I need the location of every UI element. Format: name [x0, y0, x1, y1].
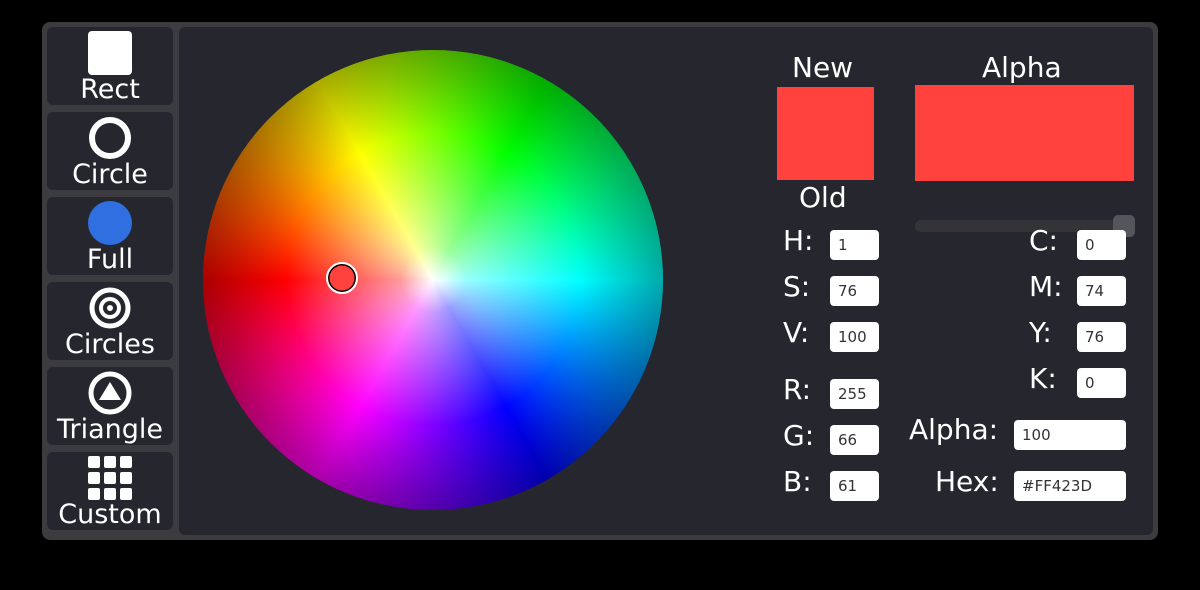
rect-label: Rect: [80, 74, 140, 105]
s-label: S:: [783, 270, 811, 303]
hex-field[interactable]: [1014, 471, 1126, 501]
green-field[interactable]: [830, 425, 879, 455]
full-label: Full: [86, 244, 134, 275]
h-label: H:: [783, 224, 814, 257]
red-field[interactable]: [830, 379, 879, 409]
hue-field[interactable]: [830, 230, 879, 260]
r-label: R:: [783, 373, 812, 406]
circle-label: Circle: [72, 159, 148, 190]
b-label: B:: [783, 465, 812, 498]
value-edge-shade: [203, 50, 663, 510]
circles-style-button[interactable]: Circles: [47, 282, 173, 360]
new-label: New: [792, 51, 854, 84]
saturation-field[interactable]: [830, 276, 879, 306]
key-field[interactable]: [1077, 368, 1126, 398]
rect-style-button[interactable]: Rect: [47, 27, 173, 105]
color-wheel[interactable]: [203, 50, 663, 510]
alpha-color-swatch: [915, 85, 1134, 181]
wheel-style-sidebar: Rect Circle Full Circles Triangle Custom: [47, 27, 173, 535]
g-label: G:: [783, 419, 815, 452]
full-style-button[interactable]: Full: [47, 197, 173, 275]
picker-panel: New Old Alpha H: S: V: R: G: B: C: M: Y:…: [179, 27, 1153, 535]
m-label: M:: [1029, 270, 1063, 303]
old-label: Old: [799, 181, 847, 214]
ring-icon: [88, 116, 132, 160]
custom-style-button[interactable]: Custom: [47, 452, 173, 530]
square-icon: [88, 31, 132, 75]
cyan-field[interactable]: [1077, 230, 1126, 260]
v-label: V:: [783, 316, 810, 349]
hex-label: Hex:: [935, 465, 999, 498]
circle-style-button[interactable]: Circle: [47, 112, 173, 190]
y-label: Y:: [1029, 316, 1052, 349]
blue-field[interactable]: [830, 471, 879, 501]
alpha-preview-label: Alpha: [982, 51, 1062, 84]
filled-circle-icon: [88, 201, 132, 245]
value-field[interactable]: [830, 322, 879, 352]
c-label: C:: [1029, 224, 1058, 257]
alpha-field[interactable]: [1014, 420, 1126, 450]
grid-icon: [88, 456, 132, 500]
triangle-style-button[interactable]: Triangle: [47, 367, 173, 445]
custom-label: Custom: [58, 499, 162, 530]
alpha-field-label: Alpha:: [909, 413, 999, 446]
magenta-field[interactable]: [1077, 276, 1126, 306]
triangle-in-circle-icon: [88, 371, 132, 415]
concentric-circles-icon: [88, 286, 132, 330]
triangle-label: Triangle: [56, 414, 164, 445]
yellow-field[interactable]: [1077, 322, 1126, 352]
circles-label: Circles: [65, 329, 155, 360]
new-color-swatch: [777, 87, 874, 180]
color-picker-window: Rect Circle Full Circles Triangle Custom…: [42, 22, 1158, 540]
k-label: K:: [1029, 362, 1057, 395]
